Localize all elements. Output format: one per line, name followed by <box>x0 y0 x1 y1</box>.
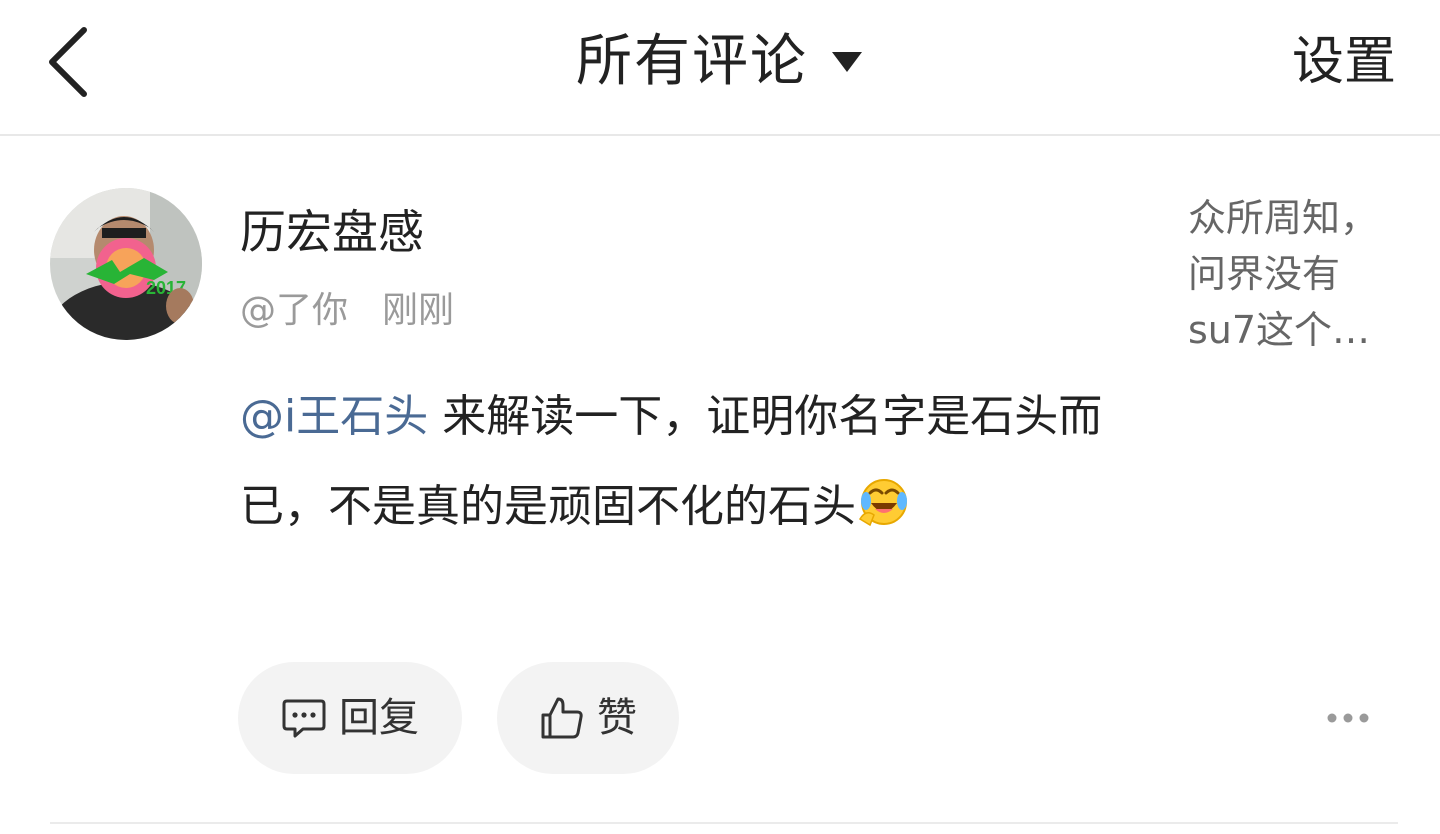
comment-username[interactable]: 历宏盘感 <box>240 200 424 264</box>
settings-button[interactable]: 设置 <box>1292 22 1396 102</box>
more-dots-icon <box>1327 713 1369 723</box>
face-with-tears-of-joy-icon <box>858 479 907 527</box>
comment-time: 刚刚 <box>382 290 455 331</box>
comment-filter-dropdown[interactable]: 所有评论 <box>576 22 864 102</box>
original-post-snippet[interactable]: 众所周知，问界没有su7这个… <box>1188 190 1398 358</box>
reply-label: 回复 <box>339 695 419 741</box>
comment-bubble-icon <box>282 699 326 738</box>
reply-to-label[interactable]: @了你 <box>240 286 348 336</box>
thumbs-up-icon <box>541 697 583 739</box>
reply-button[interactable]: 回复 <box>238 662 462 774</box>
avatar[interactable]: 2017 <box>50 188 202 340</box>
comment-body: @i王石头 来解读一下，证明你名字是石头而已，不是真的是顽固不化的石头 <box>240 372 1120 552</box>
caret-down-icon <box>832 52 862 72</box>
like-label: 赞 <box>597 695 637 741</box>
like-button[interactable]: 赞 <box>497 662 679 774</box>
avatar-image: 2017 <box>50 188 202 340</box>
more-options-button[interactable] <box>1318 700 1378 736</box>
top-bar: 所有评论 设置 <box>0 0 1440 136</box>
mention-link[interactable]: @i王石头 <box>240 391 428 442</box>
page-title: 所有评论 <box>576 29 808 94</box>
comment-page: 所有评论 设置 2017 历宏盘感 @了你 刚刚 @i王石头 来解读一下，证明你… <box>0 0 1440 834</box>
title-area: 所有评论 <box>0 22 1440 102</box>
comment-meta: @了你 刚刚 <box>240 286 454 336</box>
comment-divider <box>50 822 1398 824</box>
